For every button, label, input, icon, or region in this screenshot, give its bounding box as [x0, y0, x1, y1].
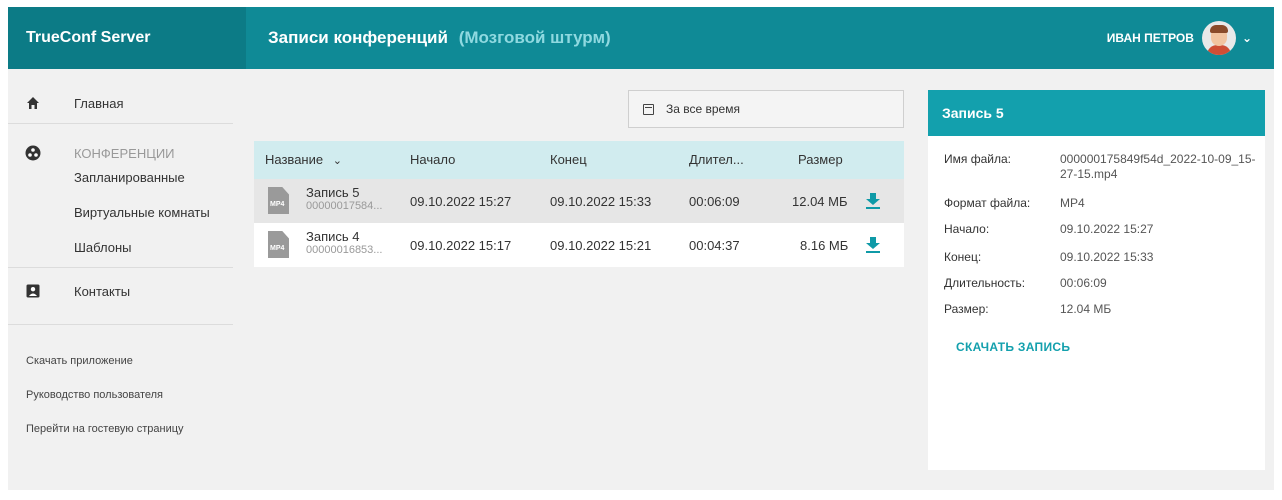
- sidebar-item-label: Главная: [74, 95, 124, 111]
- table-row[interactable]: MP4 Запись 5 00000017584... 09.10.2022 1…: [254, 179, 904, 223]
- sidebar-item-label: Шаблоны: [74, 239, 132, 255]
- recording-duration: 00:04:37: [689, 237, 740, 253]
- detail-label-duration: Длительность:: [944, 276, 1026, 290]
- download-recording-button[interactable]: СКАЧАТЬ ЗАПИСЬ: [956, 340, 1070, 354]
- user-menu[interactable]: ИВАН ПЕТРОВ ⌄: [1107, 7, 1252, 69]
- sidebar-item-label: Запланированные: [74, 169, 185, 185]
- video-file-icon: MP4: [268, 231, 289, 258]
- divider: [8, 123, 233, 124]
- page-title-conference[interactable]: (Мозговой штурм): [459, 28, 611, 47]
- detail-value-start: 09.10.2022 15:27: [1060, 222, 1154, 236]
- detail-label-start: Начало:: [944, 222, 990, 236]
- column-header-name[interactable]: Название ⌄: [265, 152, 342, 167]
- recording-name: Запись 4: [306, 229, 360, 244]
- chevron-down-icon: ⌄: [332, 155, 342, 167]
- column-header-end[interactable]: Конец: [550, 152, 587, 167]
- recording-name: Запись 5: [306, 185, 360, 200]
- detail-value-end: 09.10.2022 15:33: [1060, 250, 1154, 264]
- recording-size: 12.04 МБ: [792, 193, 848, 209]
- period-filter[interactable]: За все время: [628, 90, 904, 128]
- detail-value-format: MP4: [1060, 196, 1085, 210]
- column-header-duration[interactable]: Длител...: [689, 152, 744, 167]
- contacts-icon: [25, 283, 41, 299]
- recording-size: 8.16 МБ: [800, 237, 849, 253]
- column-header-start[interactable]: Начало: [410, 152, 455, 167]
- column-header-size[interactable]: Размер: [798, 152, 843, 167]
- detail-label-filename: Имя файла:: [944, 152, 1011, 166]
- recording-duration: 00:06:09: [689, 193, 740, 209]
- download-icon[interactable]: [866, 237, 880, 253]
- recording-file: 00000016853...: [306, 244, 383, 256]
- avatar[interactable]: [1201, 21, 1236, 55]
- detail-value-filename: 000000175849f54d_2022-10-09_15-27-15.mp4: [1060, 152, 1256, 181]
- divider: [8, 267, 233, 268]
- table-header: Название ⌄ Начало Конец Длител... Размер: [254, 141, 904, 179]
- conferences-icon: [25, 145, 41, 161]
- brand-logo[interactable]: TrueConf Server: [8, 7, 246, 69]
- period-filter-label: За все время: [666, 102, 740, 116]
- recording-start: 09.10.2022 15:27: [410, 193, 512, 209]
- guest-page-link[interactable]: Перейти на гостевую страницу: [26, 423, 184, 435]
- home-icon: [25, 95, 41, 111]
- app-window: TrueConf Server Записи конференций (Мозг…: [8, 7, 1274, 490]
- recordings-table: Название ⌄ Начало Конец Длител... Размер…: [254, 141, 904, 267]
- recording-details-panel: Запись 5 Имя файла: 000000175849f54d_202…: [928, 90, 1265, 470]
- details-title: Запись 5: [928, 90, 1265, 136]
- page-title: Записи конференций (Мозговой штурм): [268, 28, 611, 48]
- recording-end: 09.10.2022 15:21: [550, 237, 652, 253]
- top-bar: TrueConf Server Записи конференций (Мозг…: [8, 7, 1274, 69]
- recording-file: 00000017584...: [306, 200, 383, 212]
- sidebar-item-label: КОНФЕРЕНЦИИ: [74, 145, 175, 161]
- download-app-link[interactable]: Скачать приложение: [26, 355, 133, 367]
- chevron-down-icon[interactable]: ⌄: [1242, 31, 1252, 45]
- recording-end: 09.10.2022 15:33: [550, 193, 652, 209]
- detail-value-duration: 00:06:09: [1060, 276, 1107, 290]
- video-file-icon: MP4: [268, 187, 289, 214]
- download-icon[interactable]: [866, 193, 880, 209]
- divider: [8, 324, 233, 325]
- detail-label-format: Формат файла:: [944, 196, 1031, 210]
- page-title-main: Записи конференций: [268, 28, 448, 47]
- user-name: ИВАН ПЕТРОВ: [1106, 31, 1194, 45]
- detail-value-size: 12.04 МБ: [1060, 302, 1112, 316]
- detail-label-size: Размер:: [944, 302, 989, 316]
- table-row[interactable]: MP4 Запись 4 00000016853... 09.10.2022 1…: [254, 223, 904, 267]
- user-guide-link[interactable]: Руководство пользователя: [26, 389, 163, 401]
- calendar-icon: [643, 103, 654, 115]
- sidebar: Главная КОНФЕРЕНЦИИ Запланированные Вирт…: [8, 69, 246, 490]
- recording-start: 09.10.2022 15:17: [410, 237, 512, 253]
- sidebar-item-label: Виртуальные комнаты: [74, 204, 210, 220]
- sidebar-item-label: Контакты: [74, 283, 131, 299]
- detail-label-end: Конец:: [944, 250, 982, 264]
